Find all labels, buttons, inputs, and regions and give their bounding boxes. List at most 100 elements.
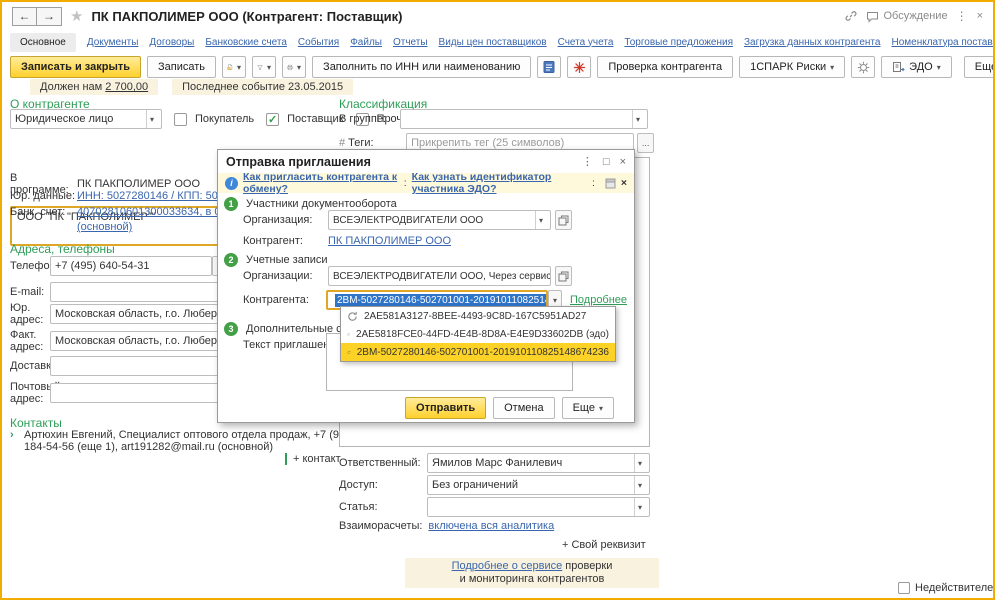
open-account-button[interactable] — [555, 266, 572, 286]
filter-button[interactable]: ▾ — [252, 56, 276, 78]
expand-chevron-icon[interactable]: › — [10, 429, 24, 441]
chevron-down-icon[interactable]: ▾ — [632, 110, 643, 128]
bank-account-label: Банк. счет: — [10, 206, 77, 218]
tab-supplier-nomenclature[interactable]: Номенклатура поставщиков — [891, 37, 995, 48]
check-icon: ✓ — [268, 113, 277, 126]
entity-type-select[interactable]: Юридическое лицо ▾ — [10, 109, 162, 129]
recipient-label: Контрагента: — [243, 294, 326, 306]
tab-files[interactable]: Файлы — [350, 37, 382, 48]
buyer-checkbox-row[interactable]: Покупатель — [174, 113, 254, 126]
copy-link-icon[interactable] — [844, 9, 858, 23]
chevron-down-icon[interactable]: ▾ — [634, 476, 645, 494]
tab-price-types[interactable]: Виды цен поставщиков — [439, 37, 547, 48]
tags-more-button[interactable]: ... — [637, 133, 654, 153]
spark-risks-button[interactable]: 1СПАРК Риски▾ — [739, 56, 845, 78]
custom-attribute-link[interactable]: + Свой реквизит — [562, 539, 646, 551]
save-close-button[interactable]: Записать и закрыть — [10, 56, 141, 78]
group-select[interactable]: ▾ — [400, 109, 648, 129]
tab-main[interactable]: Основное — [10, 33, 76, 52]
forward-button[interactable]: → — [37, 7, 62, 26]
details-link[interactable]: Подробнее — [570, 294, 627, 306]
window-header: ← → ★ ПК ПАКПОЛИМЕР ООО (Контрагент: Пос… — [2, 2, 993, 30]
dropdown-item-3-selected[interactable]: 2BM-5027280146-502701001-201910110825148… — [341, 343, 615, 361]
close-window-icon[interactable]: × — [977, 10, 983, 22]
create-based-button[interactable]: ▾ — [222, 56, 246, 78]
service-info-block: Подробнее о сервисе проверки и мониторин… — [405, 558, 659, 588]
service-details-link[interactable]: Подробнее о сервисе — [452, 560, 563, 572]
step-2-badge: 2 — [224, 253, 238, 267]
bank-account-link2[interactable]: (основной) — [77, 221, 132, 233]
contractor-row: Контрагент: ПК ПАКПОЛИМЕР ООО — [243, 235, 451, 247]
help-link-identifier[interactable]: Как узнать идентификатор участника ЭДО? — [412, 171, 587, 195]
dialog-close-icon[interactable]: × — [620, 156, 626, 168]
contact-entry[interactable]: › Артюхин Евгений, Специалист оптового о… — [10, 429, 365, 453]
print-button[interactable]: ▾ — [282, 56, 306, 78]
phone-input[interactable]: +7 (495) 640-54-31 — [50, 256, 212, 276]
tab-data-load[interactable]: Загрузка данных контрагента — [744, 37, 880, 48]
tab-reports[interactable]: Отчеты — [393, 37, 428, 48]
edo-button[interactable]: ЭДО▾ — [881, 56, 952, 78]
supplier-checkbox[interactable]: ✓ — [266, 113, 279, 126]
buyer-checkbox[interactable] — [174, 113, 187, 126]
fill-by-inn-button[interactable]: Заполнить по ИНН или наименованию — [312, 56, 531, 78]
contact-text[interactable]: Артюхин Евгений, Специалист оптового отд… — [24, 429, 365, 453]
tab-documents[interactable]: Документы — [87, 37, 139, 48]
more-button[interactable]: Еще▾ — [964, 56, 995, 78]
tab-accounts[interactable]: Счета учета — [558, 37, 614, 48]
add-contact-link[interactable]: + контакт — [285, 453, 341, 465]
entity-type-value: Юридическое лицо — [15, 113, 113, 125]
mutual-analytics-link[interactable]: включена вся аналитика — [428, 520, 554, 532]
dialog-kebab-icon[interactable]: ⋮ — [582, 155, 593, 168]
help-bar-close-icon[interactable]: × — [621, 177, 627, 189]
chevron-down-icon[interactable]: ▾ — [146, 110, 157, 128]
kebab-menu-icon[interactable]: ⋮ — [956, 9, 969, 23]
invitation-dialog: Отправка приглашения ⋮ □ × i Как приглас… — [217, 149, 635, 423]
organization-select[interactable]: ВСЕЭЛЕКТРОДВИГАТЕЛИ ООО▾ — [328, 210, 551, 230]
discussion-icon — [866, 10, 879, 23]
dossier-button[interactable] — [537, 56, 561, 78]
help-link-invite[interactable]: Как пригласить контрагента к обмену? — [243, 171, 399, 195]
hash-icon: # — [339, 137, 345, 149]
in-program-value[interactable]: ПК ПАКПОЛИМЕР ООО — [77, 178, 200, 190]
check-contractor-button[interactable]: Проверка контрагента — [597, 56, 733, 78]
access-select[interactable]: Без ограничений▾ — [427, 475, 650, 495]
risks-button[interactable] — [567, 56, 591, 78]
invalid-row: Недействителен ? — [898, 582, 995, 594]
dialog-maximize-icon[interactable]: □ — [603, 156, 610, 168]
chevron-down-icon[interactable]: ▾ — [535, 211, 546, 229]
supplier-checkbox-row[interactable]: ✓Поставщик — [266, 113, 343, 126]
tab-contracts[interactable]: Договоры — [149, 37, 194, 48]
favorite-star-icon[interactable]: ★ — [70, 7, 83, 25]
back-button[interactable]: ← — [12, 7, 37, 26]
article-row: Статья: ▾ — [339, 497, 650, 517]
open-link-icon — [558, 215, 569, 226]
discussion-button[interactable]: Обсуждение — [866, 10, 947, 23]
settings-button[interactable] — [851, 56, 875, 78]
help-separator: : — [592, 177, 595, 189]
pin-panel-icon[interactable] — [605, 178, 616, 189]
dropdown-item-2[interactable]: 2AE5818FCE0-44FD-4E4B-8D8A-E4E9D33602DB … — [341, 325, 615, 343]
responsible-select[interactable]: Ямилов Марс Фанилевич▾ — [427, 453, 650, 473]
discussion-label: Обсуждение — [883, 10, 947, 22]
buyer-label: Покупатель — [195, 113, 254, 125]
invalid-checkbox[interactable] — [898, 582, 910, 594]
tab-bank-accounts[interactable]: Банковские счета — [205, 37, 287, 48]
open-organization-button[interactable] — [555, 210, 572, 230]
refresh-icon — [347, 347, 351, 358]
legal-data-label: Юр. данные: — [10, 190, 77, 202]
accounts-section: 2 Учетные записи — [224, 253, 328, 267]
dropdown-item-1[interactable]: 2AE581A3127-8BEE-4493-9C8D-167C5951AD27 — [341, 307, 615, 325]
chevron-down-icon[interactable]: ▾ — [634, 454, 645, 472]
save-button[interactable]: Записать — [147, 56, 216, 78]
cancel-button[interactable]: Отмена — [493, 397, 554, 419]
organizations-select[interactable]: ВСЕЭЛЕКТРОДВИГАТЕЛИ ООО, Через сервис 1С… — [328, 266, 551, 286]
tab-events[interactable]: События — [298, 37, 339, 48]
article-select[interactable]: ▾ — [427, 497, 650, 517]
chevron-down-icon[interactable]: ▾ — [634, 498, 645, 516]
send-button[interactable]: Отправить — [405, 397, 486, 419]
dialog-more-button[interactable]: Еще▾ — [562, 397, 614, 419]
contractor-link[interactable]: ПК ПАКПОЛИМЕР ООО — [328, 235, 451, 247]
debt-amount-link[interactable]: 2 700,00 — [105, 81, 148, 93]
dropdown-caret-icon: ▾ — [937, 63, 941, 72]
tab-trade-offers[interactable]: Торговые предложения — [624, 37, 733, 48]
